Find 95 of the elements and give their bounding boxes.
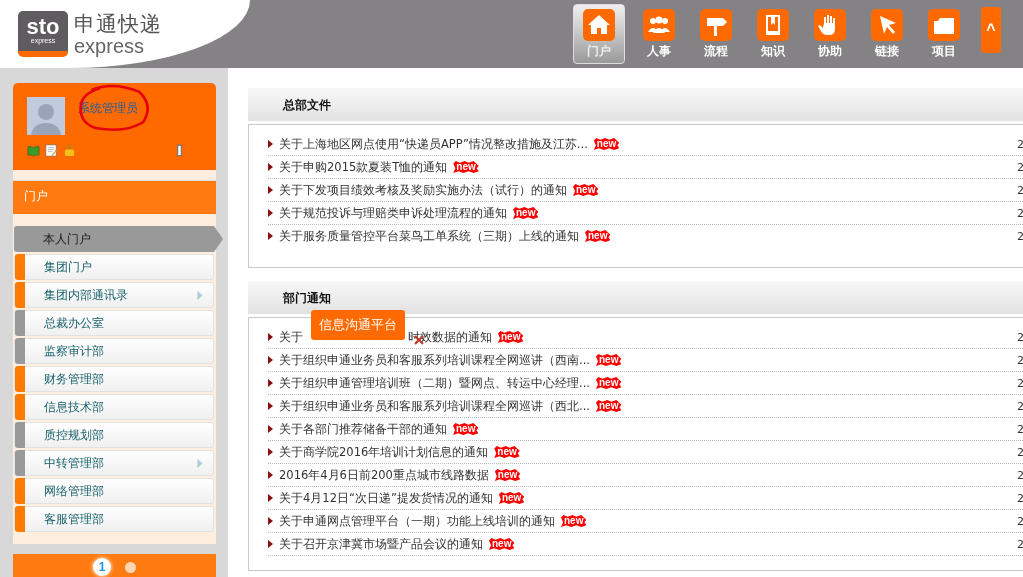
bullet-icon <box>268 425 273 433</box>
bullet-icon <box>268 448 273 456</box>
new-badge: new <box>494 446 520 458</box>
new-badge: new <box>513 207 539 219</box>
nav-tab[interactable]: 链接 <box>864 4 910 64</box>
exit-icon[interactable] <box>177 144 182 157</box>
date-text: 2 <box>1017 183 1023 197</box>
sidebar-item[interactable]: 质控规划部 <box>14 422 214 448</box>
bullet-icon <box>268 232 273 240</box>
nav-tab[interactable]: 知识 <box>750 4 796 64</box>
sidebar-item[interactable]: 财务管理部 <box>14 366 214 392</box>
sidebar-item[interactable]: 客服管理部 <box>14 506 214 532</box>
notice-link[interactable]: 2016年4月6日前200重点城市线路数据 <box>279 467 489 483</box>
date-text: 2 <box>1017 422 1023 436</box>
section-title: 部门通知 <box>248 281 1023 314</box>
book-icon <box>757 8 789 41</box>
sidebar-item[interactable]: 本人门户 <box>14 226 223 252</box>
bullet-icon <box>268 471 273 479</box>
new-badge: new <box>453 423 479 435</box>
new-badge: new <box>498 492 525 504</box>
sidebar-item[interactable]: 中转管理部 <box>14 450 214 476</box>
new-badge: new <box>494 469 521 481</box>
sidebar-item[interactable]: 网络管理部 <box>14 478 214 504</box>
bullet-icon <box>268 540 273 548</box>
new-badge: new <box>573 184 599 196</box>
date-text: 2 <box>1017 491 1023 505</box>
nav-tab[interactable]: 流程 <box>693 4 739 64</box>
nav-tab[interactable]: 人事 <box>636 4 682 64</box>
new-badge: new <box>585 230 611 242</box>
signpost-icon <box>700 8 732 41</box>
notice-link[interactable]: 关于组织申通管理培训班（二期）暨网点、转运中心经理... <box>279 375 590 391</box>
notice-link[interactable]: 关于服务质量管控平台菜鸟工单系统（三期）上线的通知 <box>279 228 579 244</box>
sidebar-item[interactable]: 总裁办公室 <box>14 310 214 336</box>
logo-subtitle: express <box>74 36 146 56</box>
new-badge: new <box>453 161 479 173</box>
tooltip: 信息沟通平台 <box>311 310 405 340</box>
notice-link[interactable]: 关于上海地区网点使用“快递员APP”情况整改措施及江苏... <box>279 136 588 152</box>
date-text: 2 <box>1017 229 1023 243</box>
notice-link[interactable]: 关于申通网点管理平台（一期）功能上线培训的通知 <box>279 513 555 529</box>
sidebar-item[interactable]: 集团门户 <box>14 254 214 280</box>
new-badge: new <box>595 400 622 412</box>
bullet-icon <box>268 402 273 410</box>
section-title: 总部文件 <box>248 88 1023 121</box>
logo-name: 申通快递 <box>74 12 162 36</box>
notice-link[interactable]: 关于各部门推荐储备干部的通知 <box>279 421 447 437</box>
date-text: 2 <box>1017 445 1023 459</box>
bullet-icon <box>268 333 273 341</box>
sidebar-item[interactable]: 监察审计部 <box>14 338 214 364</box>
page-dot[interactable] <box>125 561 136 573</box>
new-badge: new <box>561 515 587 527</box>
sidebar-item[interactable]: 集团内部通讯录 <box>14 282 214 308</box>
new-badge: new <box>595 377 622 389</box>
bullet-icon <box>268 140 273 148</box>
lock-icon[interactable] <box>63 144 76 157</box>
notice-link[interactable]: 关于召开京津冀市场暨产品会议的通知 <box>279 536 483 552</box>
notice-link[interactable]: 关于申购2015款夏装T恤的通知 <box>279 159 448 175</box>
new-badge: new <box>489 538 515 550</box>
avatar-icon <box>27 97 65 135</box>
cursor-icon <box>871 8 903 41</box>
notice-link[interactable]: 关于4月12日“次日递”提发货情况的通知 <box>279 490 493 506</box>
sidebar-item[interactable]: 信息技术部 <box>14 394 214 420</box>
notice-link[interactable]: 关于规范投诉与理赔类申诉处理流程的通知 <box>279 205 507 221</box>
home-icon <box>583 8 615 41</box>
folder-icon <box>928 8 960 41</box>
bullet-icon <box>268 209 273 217</box>
date-text: 2 <box>1017 537 1023 551</box>
notice-link[interactable]: 关于下发项目绩效考核及奖励实施办法（试行）的通知 <box>279 182 567 198</box>
date-text: 2 <box>1017 468 1023 482</box>
nav-tab[interactable]: 项目 <box>921 4 967 64</box>
date-text: 2 <box>1017 399 1023 413</box>
notepad-icon[interactable] <box>45 144 58 157</box>
bullet-icon <box>268 356 273 364</box>
new-badge: new <box>498 331 524 343</box>
hand-icon <box>814 8 846 41</box>
notice-link[interactable]: 关于组织申通业务员和客服系列培训课程全网巡讲（西北... <box>279 398 590 414</box>
bullet-icon <box>268 379 273 387</box>
notice-link[interactable]: 关于组织申通业务员和客服系列培训课程全网巡讲（西南... <box>279 352 590 368</box>
people-icon <box>643 8 675 41</box>
bullet-icon <box>268 186 273 194</box>
bullet-icon <box>268 494 273 502</box>
date-text: 2 <box>1017 206 1023 220</box>
new-badge: new <box>595 354 622 366</box>
date-text: 2 <box>1017 160 1023 174</box>
date-text: 2 <box>1017 376 1023 390</box>
bullet-icon <box>268 163 273 171</box>
book-icon[interactable] <box>27 144 40 157</box>
date-text: 2 <box>1017 330 1023 344</box>
bullet-icon <box>268 517 273 525</box>
date-text: 2 <box>1017 137 1023 151</box>
nav-tab[interactable]: 协助 <box>807 4 853 64</box>
notice-link[interactable]: 关于 <box>279 329 303 345</box>
date-text: 2 <box>1017 514 1023 528</box>
notice-link[interactable]: 关于商学院2016年培训计划信息的通知 <box>279 444 489 460</box>
new-badge: new <box>593 138 620 150</box>
date-text: 2 <box>1017 353 1023 367</box>
